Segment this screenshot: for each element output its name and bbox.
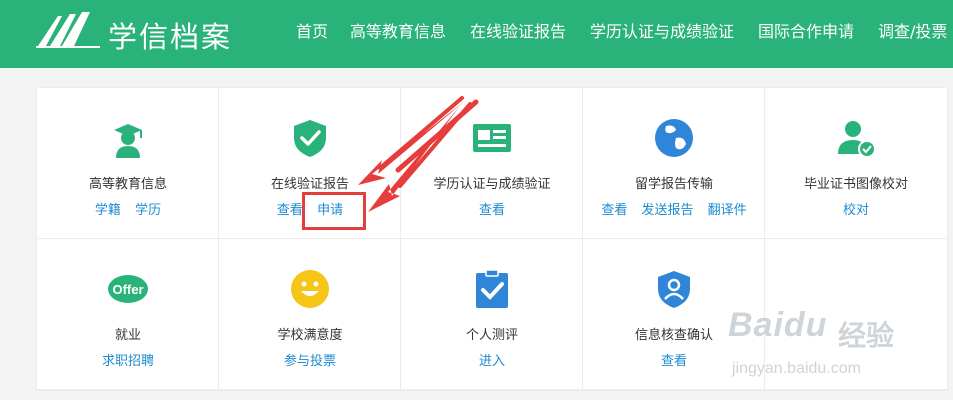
watermark-sub: 经验 <box>838 320 895 351</box>
baidu-watermark: Baidu 经验 jingyan.baidu.com <box>728 298 948 398</box>
watermark-brand: Baidu <box>728 306 828 344</box>
watermark-url: jingyan.baidu.com <box>732 360 861 377</box>
